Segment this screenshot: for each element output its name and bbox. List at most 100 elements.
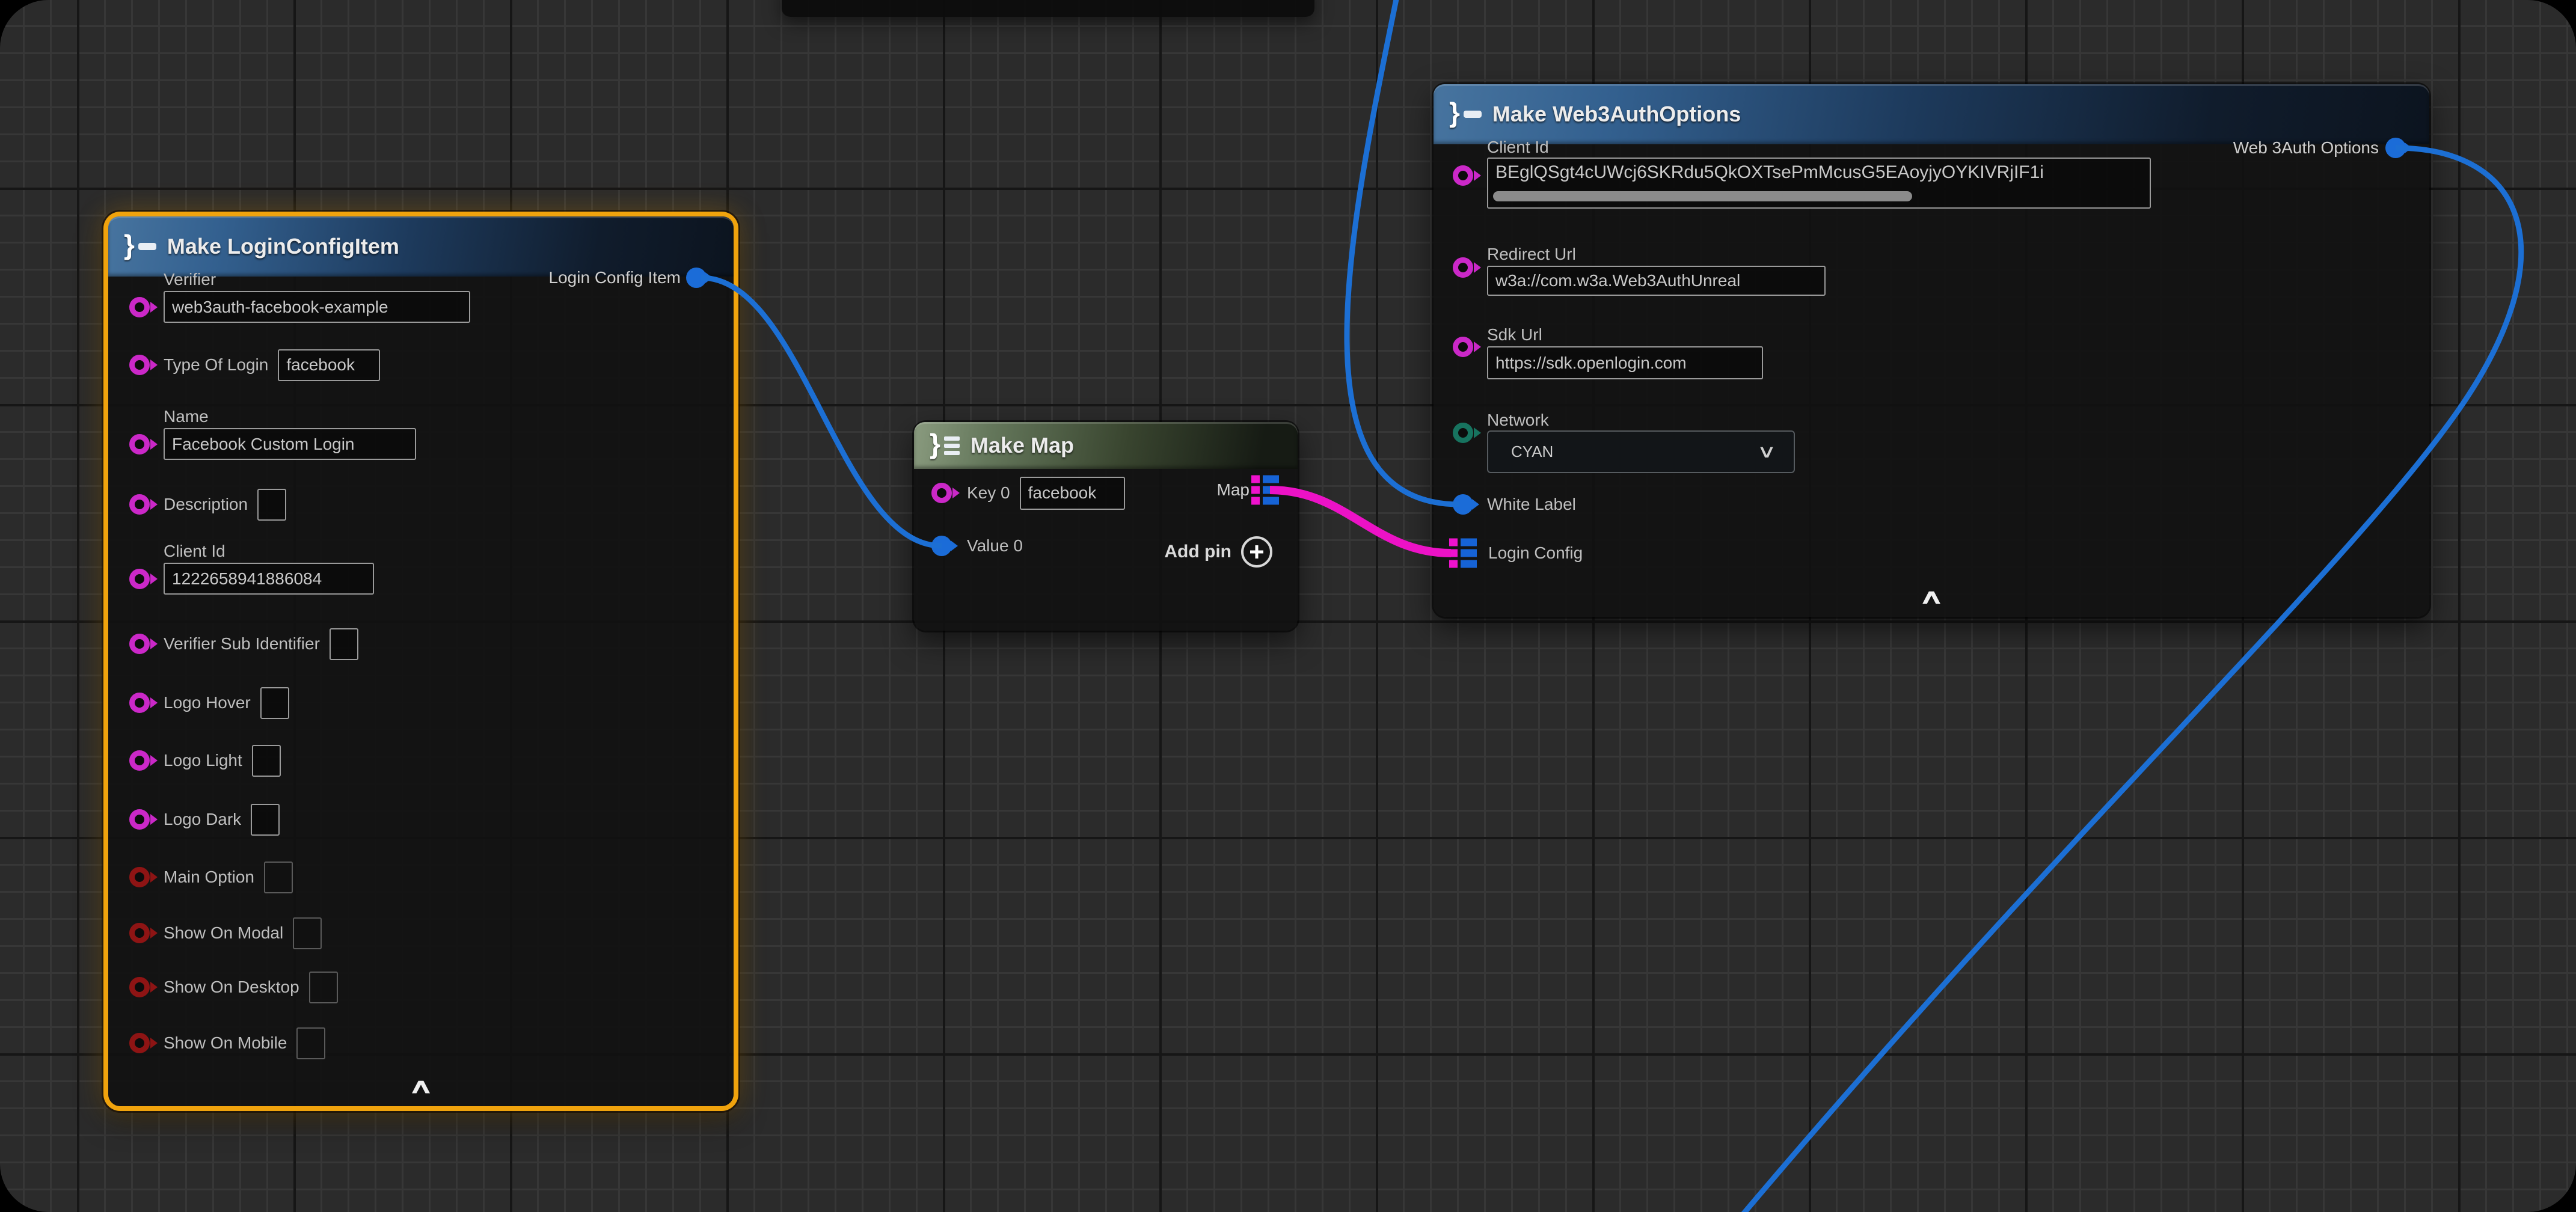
pin-label: Value 0 bbox=[967, 536, 1023, 556]
logo-dark-pin[interactable] bbox=[129, 809, 150, 830]
client-id-pin[interactable] bbox=[129, 569, 150, 589]
sdk-url-row: Sdk Url https://sdk.openlogin.com bbox=[1487, 325, 1763, 379]
field-label: Sdk Url bbox=[1487, 325, 1763, 345]
network-pin[interactable] bbox=[1453, 423, 1473, 443]
node-header[interactable]: } Make Map bbox=[914, 422, 1298, 469]
map-key-cell bbox=[1251, 497, 1260, 505]
show-on-desktop-input[interactable] bbox=[309, 972, 338, 1003]
logo-light-input[interactable] bbox=[252, 745, 281, 777]
map-key-cell bbox=[1449, 539, 1458, 546]
node-make-web3authoptions[interactable]: } Make Web3AuthOptions Client IdBEglQSgt… bbox=[1434, 84, 2429, 617]
client-id-input[interactable]: BEglQSgt4cUWcj6SKRdu5QkOXTsePmMcusG5EAoy… bbox=[1487, 158, 2151, 209]
show-on-mobile-pin[interactable] bbox=[129, 1033, 150, 1053]
login-config-item-pin[interactable] bbox=[686, 268, 707, 288]
value-0-row: Value 0 bbox=[967, 530, 1023, 562]
redirect-url-pin[interactable] bbox=[1453, 257, 1473, 278]
input-value: Facebook Custom Login bbox=[172, 431, 355, 457]
type-of-login-pin[interactable] bbox=[129, 355, 150, 375]
field-label: Verifier bbox=[164, 269, 470, 290]
web-3auth-options-pin[interactable] bbox=[2385, 138, 2406, 158]
field-label: Logo Hover bbox=[164, 693, 251, 712]
blueprint-graph-canvas[interactable]: } Make LoginConfigItem Verifierweb3auth-… bbox=[0, 0, 2576, 1212]
field-label: Logo Light bbox=[164, 751, 242, 770]
main-option-input[interactable] bbox=[264, 862, 293, 893]
field-label: Main Option bbox=[164, 868, 254, 887]
field-label: Redirect Url bbox=[1487, 244, 1826, 265]
horizontal-scrollbar[interactable] bbox=[1493, 191, 1912, 201]
verifier-sub-identifier-input[interactable] bbox=[330, 628, 358, 660]
input-value: facebook bbox=[286, 352, 355, 378]
description-row: Description bbox=[164, 488, 286, 521]
map-key-cell bbox=[1449, 560, 1458, 568]
map-value-cell bbox=[1263, 497, 1279, 505]
logo-light-pin[interactable] bbox=[129, 750, 150, 771]
collapse-chevron-icon[interactable]: ∧ bbox=[1919, 585, 1944, 609]
map-value-cell bbox=[1263, 476, 1279, 483]
make-map-icon: } bbox=[930, 432, 960, 459]
map-value-cell bbox=[1263, 486, 1279, 494]
wire-loginconfigitem-to-value0[interactable] bbox=[701, 278, 942, 546]
show-on-desktop-pin[interactable] bbox=[129, 977, 150, 997]
main-option-row: Main Option bbox=[164, 861, 293, 893]
output-pin-label: Web 3Auth Options bbox=[2233, 138, 2379, 158]
input-value: 1222658941886084 bbox=[172, 566, 322, 592]
input-value: w3a://com.w3a.Web3AuthUnreal bbox=[1495, 268, 1740, 293]
name-row: NameFacebook Custom Login bbox=[164, 406, 416, 460]
chevron-down-icon[interactable]: ∨ bbox=[1757, 441, 1777, 462]
white-label-pin[interactable] bbox=[1453, 494, 1473, 515]
field-label: Network bbox=[1487, 410, 1795, 430]
logo-dark-row: Logo Dark bbox=[164, 803, 280, 836]
node-make-map[interactable]: } Make Map Key 0facebookValue 0MapAdd pi… bbox=[914, 422, 1298, 631]
type-of-login-input[interactable]: facebook bbox=[278, 349, 380, 381]
redirect-url-input[interactable]: w3a://com.w3a.Web3AuthUnreal bbox=[1487, 266, 1826, 296]
partially-visible-node[interactable] bbox=[782, 0, 1314, 17]
map-pin[interactable] bbox=[1251, 476, 1279, 505]
field-label: Show On Modal bbox=[164, 923, 283, 943]
redirect-url-row: Redirect Url w3a://com.w3a.Web3AuthUnreal bbox=[1487, 244, 1826, 296]
main-option-pin[interactable] bbox=[129, 867, 150, 887]
map-key-cell bbox=[1449, 549, 1458, 557]
collapse-chevron-icon[interactable]: ∧ bbox=[408, 1074, 434, 1098]
description-pin[interactable] bbox=[129, 494, 150, 515]
network-dropdown[interactable]: CYAN∨ bbox=[1487, 430, 1795, 473]
verifier-row: Verifierweb3auth-facebook-example bbox=[164, 269, 470, 323]
logo-hover-pin[interactable] bbox=[129, 693, 150, 713]
logo-hover-input[interactable] bbox=[260, 687, 289, 719]
input-value: https://sdk.openlogin.com bbox=[1495, 350, 1687, 376]
key-0-row: Key 0facebook bbox=[967, 477, 1125, 509]
field-label: Client Id bbox=[164, 541, 374, 562]
key-0-input[interactable]: facebook bbox=[1020, 477, 1125, 510]
client-id-pin[interactable] bbox=[1453, 165, 1473, 186]
field-label: Client Id bbox=[1487, 137, 2151, 158]
add-pin-button[interactable]: Add pin bbox=[1164, 536, 1272, 568]
web-3auth-options-output-row: Web 3Auth Options bbox=[2233, 132, 2379, 164]
show-on-modal-pin[interactable] bbox=[129, 923, 150, 943]
description-input[interactable] bbox=[257, 489, 286, 521]
value-0-pin[interactable] bbox=[931, 536, 952, 556]
add-pin-label: Add pin bbox=[1164, 542, 1231, 562]
login-config-row: Login Config bbox=[1488, 537, 1583, 569]
verifier-sub-identifier-pin[interactable] bbox=[129, 634, 150, 654]
client-id-input[interactable]: 1222658941886084 bbox=[164, 563, 374, 595]
key-0-pin[interactable] bbox=[931, 483, 952, 503]
pin-label: White Label bbox=[1487, 495, 1576, 514]
name-input[interactable]: Facebook Custom Login bbox=[164, 428, 416, 460]
logo-light-row: Logo Light bbox=[164, 744, 281, 777]
login-config-pin[interactable] bbox=[1449, 539, 1477, 568]
show-on-desktop-row: Show On Desktop bbox=[164, 971, 338, 1003]
node-make-loginconfigitem[interactable]: } Make LoginConfigItem Verifierweb3auth-… bbox=[108, 216, 734, 1106]
network-row: NetworkCYAN∨ bbox=[1487, 410, 1795, 473]
sdk-url-input[interactable]: https://sdk.openlogin.com bbox=[1487, 346, 1763, 379]
show-on-modal-input[interactable] bbox=[293, 917, 322, 949]
map-value-cell bbox=[1461, 560, 1477, 568]
verifier-input[interactable]: web3auth-facebook-example bbox=[164, 291, 470, 323]
logo-dark-input[interactable] bbox=[251, 804, 280, 836]
node-title: Make Web3AuthOptions bbox=[1492, 102, 1741, 127]
show-on-mobile-input[interactable] bbox=[296, 1027, 325, 1059]
name-pin[interactable] bbox=[129, 434, 150, 454]
map-key-cell bbox=[1251, 476, 1260, 483]
sdk-url-pin[interactable] bbox=[1453, 337, 1473, 357]
field-label: Verifier Sub Identifier bbox=[164, 634, 320, 653]
verifier-pin[interactable] bbox=[129, 297, 150, 317]
field-label: Logo Dark bbox=[164, 810, 241, 829]
